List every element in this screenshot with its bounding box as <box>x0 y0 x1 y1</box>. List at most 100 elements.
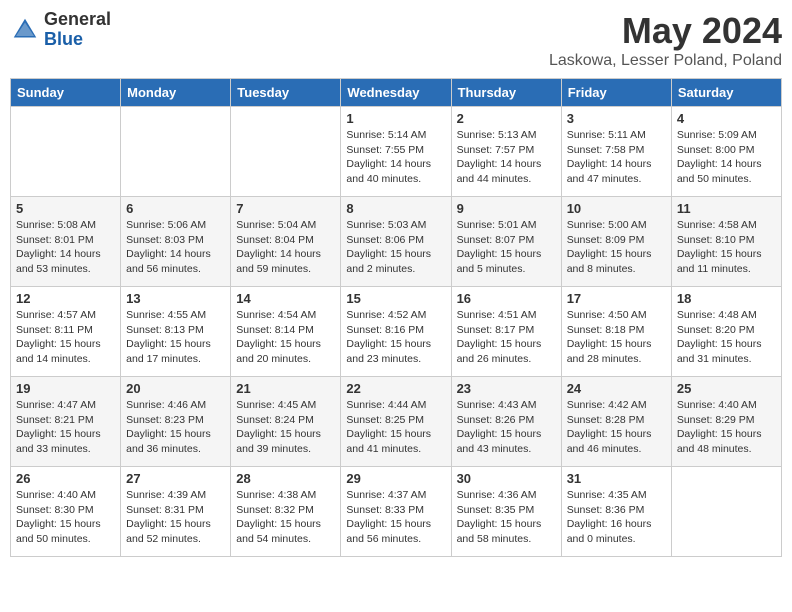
title-area: May 2024 Laskowa, Lesser Poland, Poland <box>549 10 782 70</box>
day-number: 30 <box>457 471 556 486</box>
day-number: 10 <box>567 201 666 216</box>
calendar-week-row: 1 Sunrise: 5:14 AM Sunset: 7:55 PM Daylig… <box>11 107 782 197</box>
logo-general-text: General <box>44 10 111 30</box>
calendar-cell: 30Sunrise: 4:36 AM Sunset: 8:35 PM Dayli… <box>451 467 561 557</box>
logo-text: General Blue <box>44 10 111 50</box>
day-info: Sunrise: 4:40 AM Sunset: 8:29 PM Dayligh… <box>677 398 776 457</box>
day-number: 7 <box>236 201 335 216</box>
weekday-header-friday: Friday <box>561 79 671 107</box>
weekday-header-sunday: Sunday <box>11 79 121 107</box>
day-number: 24 <box>567 381 666 396</box>
day-number: 1 <box>346 111 445 126</box>
calendar-cell: 14Sunrise: 4:54 AM Sunset: 8:14 PM Dayli… <box>231 287 341 377</box>
calendar-cell: 31 Sunrise: 4:35 AM Sunset: 8:36 PM Dayli… <box>561 467 671 557</box>
day-info: Sunrise: 4:47 AM Sunset: 8:21 PM Dayligh… <box>16 398 115 457</box>
calendar-cell: 11 Sunrise: 4:58 AM Sunset: 8:10 PM Dayli… <box>671 197 781 287</box>
day-number: 12 <box>16 291 115 306</box>
day-info: Sunrise: 4:55 AM Sunset: 8:13 PM Dayligh… <box>126 308 225 367</box>
calendar-cell: 21 Sunrise: 4:45 AM Sunset: 8:24 PM Dayli… <box>231 377 341 467</box>
day-info: Sunrise: 4:45 AM Sunset: 8:24 PM Dayligh… <box>236 398 335 457</box>
calendar-week-row: 12 Sunrise: 4:57 AM Sunset: 8:11 PM Dayli… <box>11 287 782 377</box>
calendar-cell: 9 Sunrise: 5:01 AM Sunset: 8:07 PM Daylig… <box>451 197 561 287</box>
calendar-cell <box>11 107 121 197</box>
day-number: 20 <box>126 381 225 396</box>
day-info: Sunrise: 4:52 AM Sunset: 8:16 PM Dayligh… <box>346 308 445 367</box>
day-number: 27 <box>126 471 225 486</box>
day-number: 28 <box>236 471 335 486</box>
calendar-cell <box>231 107 341 197</box>
day-number: 29 <box>346 471 445 486</box>
calendar-cell: 5Sunrise: 5:08 AM Sunset: 8:01 PM Daylig… <box>11 197 121 287</box>
day-info: Sunrise: 4:48 AM Sunset: 8:20 PM Dayligh… <box>677 308 776 367</box>
calendar-cell: 29 Sunrise: 4:37 AM Sunset: 8:33 PM Dayli… <box>341 467 451 557</box>
logo: General Blue <box>10 10 111 50</box>
day-number: 4 <box>677 111 776 126</box>
header: General Blue May 2024 Laskowa, Lesser Po… <box>10 10 782 70</box>
day-info: Sunrise: 4:43 AM Sunset: 8:26 PM Dayligh… <box>457 398 556 457</box>
calendar-cell: 3 Sunrise: 5:11 AM Sunset: 7:58 PM Daylig… <box>561 107 671 197</box>
weekday-header-wednesday: Wednesday <box>341 79 451 107</box>
day-info: Sunrise: 5:04 AM Sunset: 8:04 PM Dayligh… <box>236 218 335 277</box>
weekday-header-monday: Monday <box>121 79 231 107</box>
calendar-cell: 13Sunrise: 4:55 AM Sunset: 8:13 PM Dayli… <box>121 287 231 377</box>
day-number: 3 <box>567 111 666 126</box>
day-info: Sunrise: 5:00 AM Sunset: 8:09 PM Dayligh… <box>567 218 666 277</box>
calendar-cell: 4Sunrise: 5:09 AM Sunset: 8:00 PM Daylig… <box>671 107 781 197</box>
weekday-header-tuesday: Tuesday <box>231 79 341 107</box>
day-number: 25 <box>677 381 776 396</box>
calendar-cell: 18Sunrise: 4:48 AM Sunset: 8:20 PM Dayli… <box>671 287 781 377</box>
day-info: Sunrise: 4:35 AM Sunset: 8:36 PM Dayligh… <box>567 488 666 547</box>
day-number: 14 <box>236 291 335 306</box>
day-info: Sunrise: 5:08 AM Sunset: 8:01 PM Dayligh… <box>16 218 115 277</box>
calendar-cell: 2Sunrise: 5:13 AM Sunset: 7:57 PM Daylig… <box>451 107 561 197</box>
day-number: 15 <box>346 291 445 306</box>
calendar-cell: 23 Sunrise: 4:43 AM Sunset: 8:26 PM Dayli… <box>451 377 561 467</box>
day-info: Sunrise: 4:39 AM Sunset: 8:31 PM Dayligh… <box>126 488 225 547</box>
location-title: Laskowa, Lesser Poland, Poland <box>549 52 782 70</box>
day-info: Sunrise: 5:11 AM Sunset: 7:58 PM Dayligh… <box>567 128 666 187</box>
day-number: 11 <box>677 201 776 216</box>
day-info: Sunrise: 4:46 AM Sunset: 8:23 PM Dayligh… <box>126 398 225 457</box>
weekday-header-saturday: Saturday <box>671 79 781 107</box>
day-number: 9 <box>457 201 556 216</box>
day-info: Sunrise: 4:42 AM Sunset: 8:28 PM Dayligh… <box>567 398 666 457</box>
logo-blue-text: Blue <box>44 30 111 50</box>
day-number: 23 <box>457 381 556 396</box>
day-number: 26 <box>16 471 115 486</box>
calendar-cell: 26 Sunrise: 4:40 AM Sunset: 8:30 PM Dayli… <box>11 467 121 557</box>
calendar-cell: 10 Sunrise: 5:00 AM Sunset: 8:09 PM Dayli… <box>561 197 671 287</box>
day-info: Sunrise: 5:06 AM Sunset: 8:03 PM Dayligh… <box>126 218 225 277</box>
calendar-cell: 8Sunrise: 5:03 AM Sunset: 8:06 PM Daylig… <box>341 197 451 287</box>
day-info: Sunrise: 5:03 AM Sunset: 8:06 PM Dayligh… <box>346 218 445 277</box>
day-number: 16 <box>457 291 556 306</box>
day-number: 2 <box>457 111 556 126</box>
calendar-cell: 6 Sunrise: 5:06 AM Sunset: 8:03 PM Daylig… <box>121 197 231 287</box>
day-number: 6 <box>126 201 225 216</box>
day-info: Sunrise: 4:57 AM Sunset: 8:11 PM Dayligh… <box>16 308 115 367</box>
calendar-week-row: 19Sunrise: 4:47 AM Sunset: 8:21 PM Dayli… <box>11 377 782 467</box>
day-info: Sunrise: 5:01 AM Sunset: 8:07 PM Dayligh… <box>457 218 556 277</box>
weekday-header-thursday: Thursday <box>451 79 561 107</box>
calendar-cell: 27 Sunrise: 4:39 AM Sunset: 8:31 PM Dayli… <box>121 467 231 557</box>
calendar-cell: 28 Sunrise: 4:38 AM Sunset: 8:32 PM Dayli… <box>231 467 341 557</box>
day-info: Sunrise: 4:37 AM Sunset: 8:33 PM Dayligh… <box>346 488 445 547</box>
day-number: 31 <box>567 471 666 486</box>
calendar-week-row: 26 Sunrise: 4:40 AM Sunset: 8:30 PM Dayli… <box>11 467 782 557</box>
day-info: Sunrise: 4:38 AM Sunset: 8:32 PM Dayligh… <box>236 488 335 547</box>
day-info: Sunrise: 4:58 AM Sunset: 8:10 PM Dayligh… <box>677 218 776 277</box>
calendar-cell: 20 Sunrise: 4:46 AM Sunset: 8:23 PM Dayli… <box>121 377 231 467</box>
day-number: 17 <box>567 291 666 306</box>
logo-icon <box>10 15 40 45</box>
day-number: 21 <box>236 381 335 396</box>
day-info: Sunrise: 5:14 AM Sunset: 7:55 PM Dayligh… <box>346 128 445 187</box>
day-info: Sunrise: 4:40 AM Sunset: 8:30 PM Dayligh… <box>16 488 115 547</box>
calendar-cell: 12 Sunrise: 4:57 AM Sunset: 8:11 PM Dayli… <box>11 287 121 377</box>
month-title: May 2024 <box>549 10 782 52</box>
weekday-header-row: SundayMondayTuesdayWednesdayThursdayFrid… <box>11 79 782 107</box>
calendar-table: SundayMondayTuesdayWednesdayThursdayFrid… <box>10 78 782 557</box>
day-info: Sunrise: 4:50 AM Sunset: 8:18 PM Dayligh… <box>567 308 666 367</box>
calendar-cell: 17 Sunrise: 4:50 AM Sunset: 8:18 PM Dayli… <box>561 287 671 377</box>
calendar-cell: 7 Sunrise: 5:04 AM Sunset: 8:04 PM Daylig… <box>231 197 341 287</box>
day-info: Sunrise: 4:44 AM Sunset: 8:25 PM Dayligh… <box>346 398 445 457</box>
day-info: Sunrise: 4:51 AM Sunset: 8:17 PM Dayligh… <box>457 308 556 367</box>
